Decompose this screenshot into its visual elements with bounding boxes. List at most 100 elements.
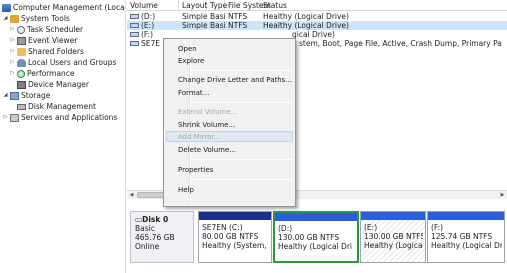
- tree-item-local-users[interactable]: ▷ Local Users and Groups: [9, 57, 117, 68]
- volume-icon: [130, 41, 139, 46]
- scroll-left-arrow-icon[interactable]: ◀: [127, 191, 136, 200]
- menu-item-help[interactable]: Help: [178, 184, 194, 196]
- partition-status: Healthy (Logical Dri: [278, 242, 352, 251]
- volume-name: (D:): [141, 12, 156, 21]
- menu-item-shrink-volume[interactable]: Shrink Volume...: [178, 119, 235, 131]
- folder-icon: [17, 47, 26, 56]
- expand-triangle-icon[interactable]: ▷: [2, 112, 9, 123]
- menu-item-extend-volume[interactable]: Extend Volume...: [178, 106, 237, 118]
- tree-item-services[interactable]: ▷ Services and Applications: [2, 112, 118, 123]
- list-header: Volume Layout Type File System Status: [127, 0, 507, 11]
- tree-item-label: Services and Applications: [21, 113, 118, 122]
- column-header-type[interactable]: Type: [207, 0, 227, 11]
- partition-f[interactable]: (F:) 125.74 GB NTFS Healthy (Logical Dri: [427, 211, 505, 263]
- volume-name: SE7E: [141, 39, 161, 48]
- tree-item-performance[interactable]: ▷ Performance: [9, 68, 75, 79]
- computer-management-icon: [2, 3, 11, 12]
- logical-drive-bar: [428, 212, 504, 220]
- scroll-right-arrow-icon[interactable]: ▶: [498, 191, 507, 200]
- menu-separator: [190, 70, 292, 71]
- volume-icon: [130, 23, 139, 28]
- collapse-triangle-icon[interactable]: ◢: [2, 90, 9, 101]
- disk-name-row: ▭Disk 0: [135, 215, 189, 224]
- menu-item-properties[interactable]: Properties: [178, 164, 213, 176]
- clock-icon: [17, 25, 25, 34]
- logical-drive-bar: [275, 213, 357, 221]
- tree-item-label: Shared Folders: [28, 47, 84, 56]
- partition-c[interactable]: SE7EN (C:) 80.00 GB NTFS Healthy (System…: [198, 211, 272, 263]
- column-header-file-system[interactable]: File System: [225, 0, 271, 11]
- partition-size: 130.00 GB NTFS: [364, 232, 423, 241]
- partition-name: (F:): [431, 223, 444, 232]
- tree-item-task-scheduler[interactable]: ▷ Task Scheduler: [9, 24, 84, 35]
- menu-separator: [190, 179, 292, 180]
- fs-cell: NTFS: [228, 12, 248, 21]
- volume-cell: (D:): [127, 12, 179, 21]
- collapse-triangle-icon[interactable]: ◢: [2, 13, 9, 24]
- expand-triangle-icon[interactable]: ▷: [9, 46, 16, 57]
- users-icon: [17, 58, 26, 67]
- navigation-tree: Computer Management (Local ◢ System Tool…: [0, 0, 126, 273]
- table-row-selected[interactable]: (E:) Simple Basic NTFS Healthy (Logical …: [127, 21, 507, 30]
- tree-item-label: Computer Management (Local: [13, 3, 126, 12]
- status-cell: gical Drive): [292, 30, 335, 39]
- expand-triangle-icon[interactable]: ▷: [9, 57, 16, 68]
- tree-item-label: Task Scheduler: [27, 25, 84, 34]
- status-cell: stem, Boot, Page File, Active, Crash Dum…: [299, 39, 502, 48]
- partition-e[interactable]: (E:) 130.00 GB NTFS Healthy (Logical Dri: [360, 211, 426, 263]
- tree-item-computer-management[interactable]: Computer Management (Local: [1, 2, 126, 13]
- menu-item-delete-volume[interactable]: Delete Volume...: [178, 144, 236, 156]
- status-cell: Healthy (Logical Drive): [263, 21, 349, 30]
- type-cell: Basic: [210, 12, 225, 21]
- column-header-volume[interactable]: Volume: [127, 0, 179, 11]
- column-header-layout[interactable]: Layout: [179, 0, 208, 11]
- volume-cell: (E:): [127, 21, 179, 30]
- menu-item-change-drive-letter[interactable]: Change Drive Letter and Paths...: [178, 74, 292, 86]
- column-header-status[interactable]: Status: [260, 0, 507, 11]
- partition-size: 130.00 GB NTFS: [278, 233, 340, 242]
- disk-status: Online: [135, 242, 160, 251]
- volume-icon: [130, 32, 139, 37]
- disk-type: Basic: [135, 224, 155, 233]
- services-icon: [10, 113, 19, 122]
- volume-name: (F:): [141, 30, 154, 39]
- partition-status: Healthy (Logical Dri: [364, 241, 423, 250]
- partition-status: Healthy (Logical Dri: [431, 241, 502, 250]
- logical-drive-bar: [361, 212, 425, 220]
- disk-size: 465.76 GB: [135, 233, 175, 242]
- partition-name: (E:): [364, 223, 378, 232]
- tree-item-label: Storage: [21, 91, 51, 100]
- primary-partition-bar: [199, 212, 271, 220]
- expand-triangle-icon[interactable]: ▷: [9, 35, 16, 46]
- menu-item-explore[interactable]: Explore: [178, 55, 204, 67]
- expand-triangle-icon[interactable]: ▷: [9, 24, 16, 35]
- partition-d[interactable]: (D:) 130.00 GB NTFS Healthy (Logical Dri: [273, 211, 359, 263]
- tree-item-device-manager[interactable]: Device Manager: [16, 79, 89, 90]
- expand-triangle-icon[interactable]: ▷: [9, 68, 16, 79]
- volume-icon: [130, 14, 139, 19]
- menu-item-format[interactable]: Format...: [178, 87, 209, 99]
- layout-cell: Simple: [182, 12, 207, 21]
- partition-size: 125.74 GB NTFS: [431, 232, 493, 241]
- partition-text: (E:) 130.00 GB NTFS Healthy (Logical Dri: [364, 223, 423, 250]
- tree-item-disk-management[interactable]: Disk Management: [16, 101, 96, 112]
- partition-name: (D:): [278, 224, 293, 233]
- fs-cell: NTFS: [228, 21, 248, 30]
- type-cell: Basic: [210, 21, 225, 30]
- tree-item-label: Event Viewer: [28, 36, 78, 45]
- partition-name: SE7EN (C:): [202, 223, 243, 232]
- layout-cell: Simple: [182, 21, 207, 30]
- partition-status: Healthy (System, Bc: [202, 241, 269, 250]
- disk-icon: [17, 103, 26, 110]
- menu-item-open[interactable]: Open: [178, 43, 197, 55]
- table-row[interactable]: (D:) Simple Basic NTFS Healthy (Logical …: [127, 12, 507, 21]
- system-tools-icon: [10, 14, 19, 23]
- tree-item-system-tools[interactable]: ◢ System Tools: [2, 13, 70, 24]
- disk-name: Disk 0: [142, 215, 169, 224]
- tree-item-storage[interactable]: ◢ Storage: [2, 90, 51, 101]
- disk-info[interactable]: ▭Disk 0 Basic 465.76 GB Online: [130, 211, 194, 263]
- tree-item-shared-folders[interactable]: ▷ Shared Folders: [9, 46, 84, 57]
- tree-item-event-viewer[interactable]: ▷ Event Viewer: [9, 35, 78, 46]
- menu-item-add-mirror[interactable]: Add Mirror...: [178, 131, 220, 143]
- menu-separator: [190, 102, 292, 103]
